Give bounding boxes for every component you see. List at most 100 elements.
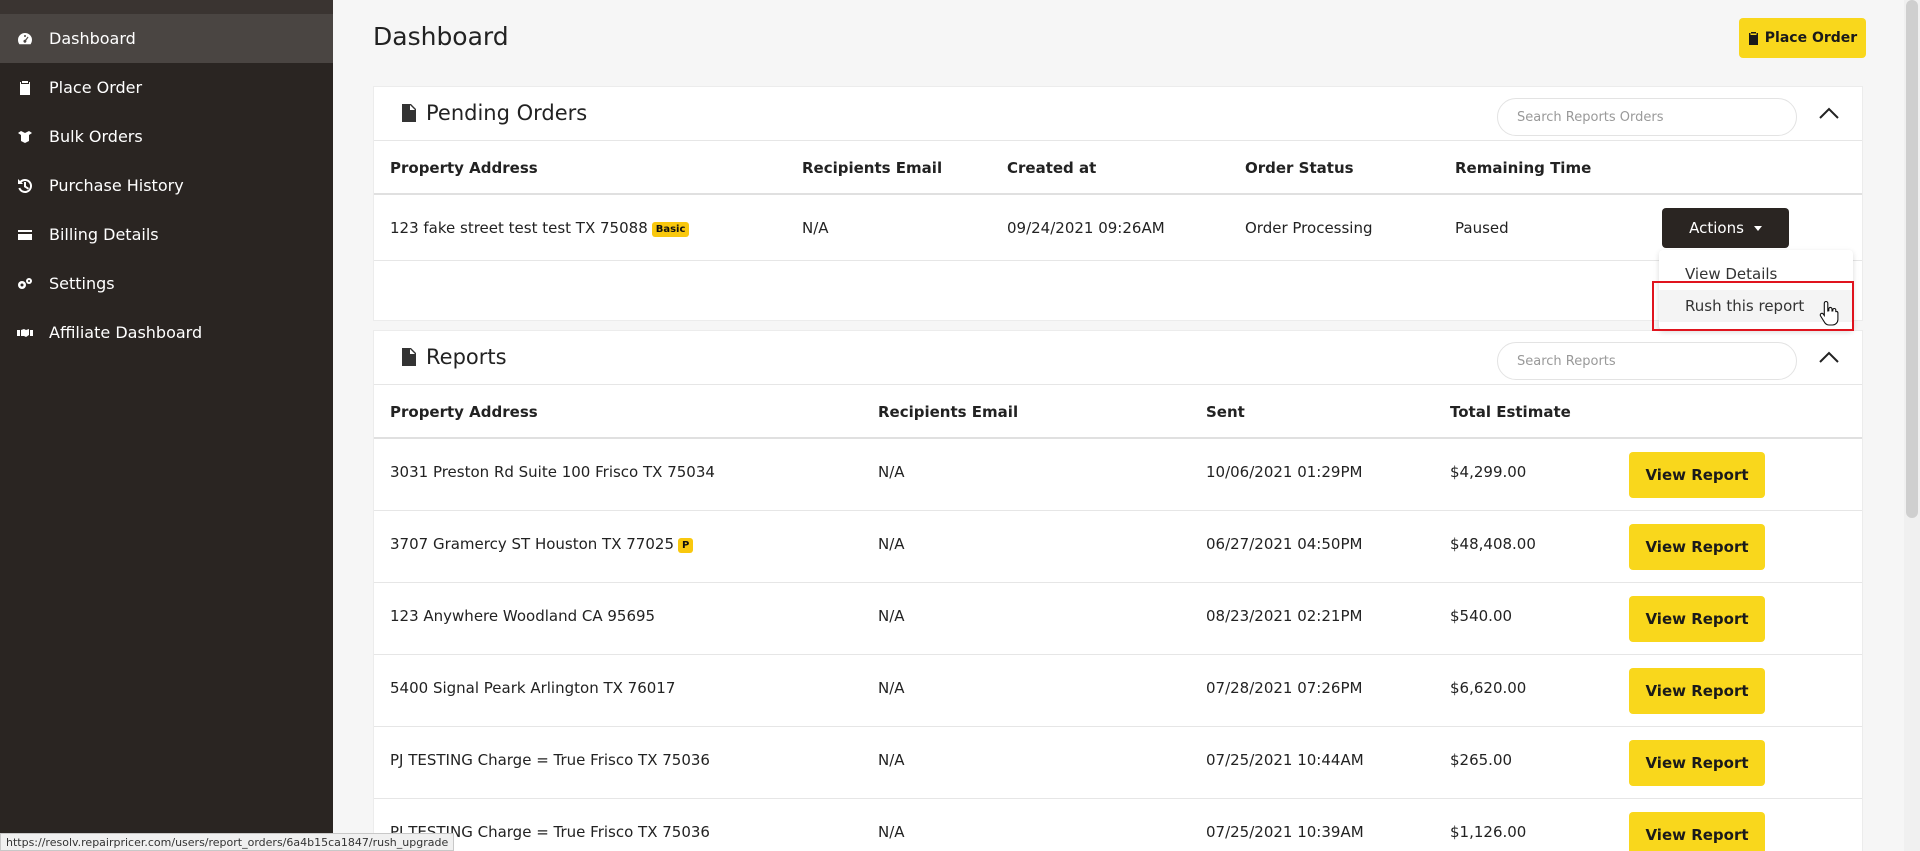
- boxes-icon: [15, 127, 35, 147]
- table-header: Property Address Recipients Email Sent T…: [374, 385, 1862, 439]
- column-header: Remaining Time: [1455, 159, 1592, 177]
- search-input[interactable]: Search Reports: [1497, 342, 1797, 380]
- sidebar-item-place-order[interactable]: Place Order: [0, 63, 333, 112]
- sent-date: 06/27/2021 04:50PM: [1206, 535, 1363, 553]
- sidebar-item-bulk-orders[interactable]: Bulk Orders: [0, 112, 333, 161]
- sidebar-item-label: Billing Details: [49, 225, 159, 244]
- address-text: 123 fake street test test TX 75088: [390, 219, 648, 237]
- column-header: Order Status: [1245, 159, 1354, 177]
- card-header: Reports Search Reports: [374, 331, 1862, 385]
- property-address: 123 Anywhere Woodland CA 95695: [390, 607, 656, 625]
- document-icon: [402, 348, 416, 366]
- total-estimate: $48,408.00: [1450, 535, 1536, 553]
- chevron-up-icon: [1819, 351, 1839, 363]
- history-icon: [15, 176, 35, 196]
- remaining-time: Paused: [1455, 219, 1509, 237]
- total-estimate: $4,299.00: [1450, 463, 1527, 481]
- column-header: Recipients Email: [878, 403, 1019, 421]
- table-header: Property Address Recipients Email Create…: [374, 141, 1862, 195]
- chevron-up-icon: [1819, 107, 1839, 119]
- sidebar-item-label: Purchase History: [49, 176, 184, 195]
- plan-badge: P: [677, 538, 694, 553]
- clipboard-icon: [1748, 31, 1758, 45]
- sent-date: 08/23/2021 02:21PM: [1206, 607, 1363, 625]
- search-input[interactable]: Search Reports Orders: [1497, 98, 1797, 136]
- recipient-email: N/A: [878, 607, 905, 625]
- recipient-email: N/A: [802, 219, 829, 237]
- property-address: 123 fake street test test TX 75088 Basic: [390, 219, 690, 237]
- view-report-button[interactable]: View Report: [1629, 668, 1765, 714]
- total-estimate: $540.00: [1450, 607, 1513, 625]
- view-report-button[interactable]: View Report: [1629, 596, 1765, 642]
- reports-card: Reports Search Reports Property Address …: [373, 330, 1863, 851]
- recipient-email: N/A: [878, 463, 905, 481]
- sidebar-item-dashboard[interactable]: Dashboard: [0, 14, 333, 63]
- property-address: 3031 Preston Rd Suite 100 Frisco TX 7503…: [390, 463, 715, 481]
- dashboard-icon: [15, 29, 35, 49]
- sent-date: 07/28/2021 07:26PM: [1206, 679, 1363, 697]
- view-report-button[interactable]: View Report: [1629, 740, 1765, 786]
- main-content: Dashboard Place Order Pending Orders Sea…: [333, 0, 1904, 851]
- view-report-button[interactable]: View Report: [1629, 452, 1765, 498]
- clipboard-icon: [15, 78, 35, 98]
- total-estimate: $1,126.00: [1450, 823, 1527, 841]
- table-row: PJ TESTING Charge = True Frisco TX 75036…: [374, 799, 1862, 851]
- property-address: 3707 Gramercy ST Houston TX 77025 P: [390, 535, 694, 553]
- table-row: PJ TESTING Charge = True Frisco TX 75036…: [374, 727, 1862, 799]
- table-row: 123 fake street test test TX 75088 Basic …: [374, 195, 1862, 261]
- view-report-button[interactable]: View Report: [1629, 812, 1765, 851]
- sidebar: Dashboard Place Order Bulk Orders Purcha…: [0, 0, 333, 851]
- sidebar-topbar: [0, 0, 333, 14]
- sidebar-item-label: Bulk Orders: [49, 127, 143, 146]
- place-order-label: Place Order: [1764, 30, 1858, 46]
- collapse-toggle[interactable]: [1818, 349, 1840, 369]
- pending-orders-title: Pending Orders: [426, 101, 588, 125]
- order-status: Order Processing: [1245, 219, 1373, 237]
- recipient-email: N/A: [878, 823, 905, 841]
- property-address: PJ TESTING Charge = True Frisco TX 75036: [390, 751, 710, 769]
- sidebar-item-settings[interactable]: Settings: [0, 259, 333, 308]
- table-row: 123 Anywhere Woodland CA 95695 N/A 08/23…: [374, 583, 1862, 655]
- table-row: 5400 Signal Peark Arlington TX 76017 N/A…: [374, 655, 1862, 727]
- sidebar-item-purchase-history[interactable]: Purchase History: [0, 161, 333, 210]
- total-estimate: $265.00: [1450, 751, 1513, 769]
- place-order-button[interactable]: Place Order: [1739, 18, 1866, 58]
- column-header: Recipients Email: [802, 159, 943, 177]
- table-row: 3031 Preston Rd Suite 100 Frisco TX 7503…: [374, 439, 1862, 511]
- sent-date: 07/25/2021 10:39AM: [1206, 823, 1364, 841]
- column-header: Created at: [1007, 159, 1097, 177]
- column-header: Sent: [1206, 403, 1245, 421]
- search-placeholder: Search Reports: [1517, 353, 1616, 369]
- column-header: Property Address: [390, 159, 538, 177]
- credit-card-icon: [15, 225, 35, 245]
- card-title: Reports: [402, 345, 507, 369]
- actions-button[interactable]: Actions: [1662, 208, 1789, 248]
- sidebar-item-label: Settings: [49, 274, 115, 293]
- pending-orders-card: Pending Orders Search Reports Orders Pro…: [373, 86, 1863, 321]
- sent-date: 07/25/2021 10:44AM: [1206, 751, 1364, 769]
- created-at: 09/24/2021 09:26AM: [1007, 219, 1165, 237]
- collapse-toggle[interactable]: [1818, 105, 1840, 125]
- vertical-scrollbar[interactable]: [1904, 0, 1920, 851]
- recipient-email: N/A: [878, 535, 905, 553]
- scrollbar-thumb[interactable]: [1906, 0, 1918, 518]
- handshake-icon: [15, 323, 35, 343]
- card-header: Pending Orders Search Reports Orders: [374, 87, 1862, 141]
- document-icon: [402, 104, 416, 122]
- address-text: 3707 Gramercy ST Houston TX 77025: [390, 535, 674, 553]
- caret-down-icon: [1753, 225, 1762, 231]
- sidebar-item-affiliate-dashboard[interactable]: Affiliate Dashboard: [0, 308, 333, 357]
- recipient-email: N/A: [878, 751, 905, 769]
- sidebar-item-label: Affiliate Dashboard: [49, 323, 203, 342]
- recipient-email: N/A: [878, 679, 905, 697]
- status-bar-url: https://resolv.repairpricer.com/users/re…: [0, 833, 455, 851]
- hand-pointer-icon: [1819, 300, 1839, 326]
- view-report-button[interactable]: View Report: [1629, 524, 1765, 570]
- sent-date: 10/06/2021 01:29PM: [1206, 463, 1363, 481]
- table-row: 3707 Gramercy ST Houston TX 77025 P N/A 0…: [374, 511, 1862, 583]
- column-header: Property Address: [390, 403, 538, 421]
- sidebar-item-label: Place Order: [49, 78, 143, 97]
- column-header: Total Estimate: [1450, 403, 1571, 421]
- sidebar-item-billing-details[interactable]: Billing Details: [0, 210, 333, 259]
- total-estimate: $6,620.00: [1450, 679, 1527, 697]
